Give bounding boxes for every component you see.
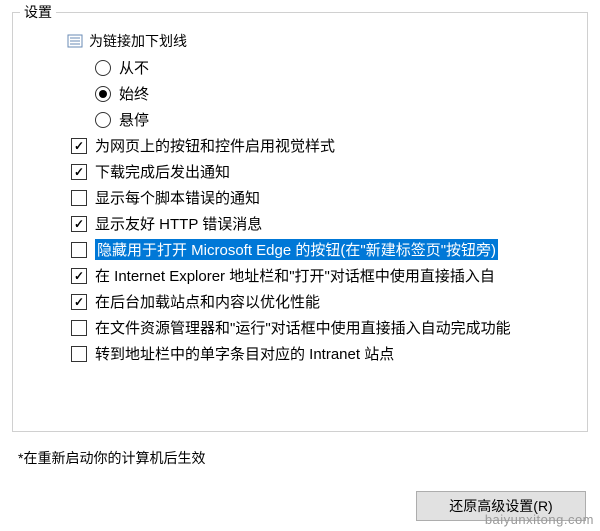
checkbox-icon <box>71 320 87 336</box>
check-explorer-run-autocomplete[interactable]: 在文件资源管理器和"运行"对话框中使用直接插入自动完成功能 <box>71 317 577 338</box>
underline-links-header: 为链接加下划线 <box>67 31 577 51</box>
settings-tree: 为链接加下划线 从不 始终 悬停 为网页上的按钮和控件启用视觉样式 下载完成后发… <box>31 31 577 364</box>
check-label: 隐藏用于打开 Microsoft Edge 的按钮(在"新建标签页"按钮旁) <box>95 239 498 260</box>
radio-label: 悬停 <box>119 109 149 130</box>
radio-icon <box>95 60 111 76</box>
check-friendly-http[interactable]: 显示友好 HTTP 错误消息 <box>71 213 577 234</box>
radio-never[interactable]: 从不 <box>95 57 577 78</box>
checkbox-icon <box>71 138 87 154</box>
checkbox-icon <box>71 190 87 206</box>
check-label: 转到地址栏中的单字条目对应的 Intranet 站点 <box>95 343 394 364</box>
checkbox-icon <box>71 164 87 180</box>
document-icon <box>67 33 83 49</box>
group-title: 设置 <box>20 2 56 22</box>
radio-label: 始终 <box>119 83 149 104</box>
check-visual-styles[interactable]: 为网页上的按钮和控件启用视觉样式 <box>71 135 577 156</box>
checkbox-icon <box>71 346 87 362</box>
check-background-load[interactable]: 在后台加载站点和内容以优化性能 <box>71 291 577 312</box>
button-bar: 还原高级设置(R) <box>416 491 586 521</box>
settings-group: 为链接加下划线 从不 始终 悬停 为网页上的按钮和控件启用视觉样式 下载完成后发… <box>12 12 588 432</box>
radio-label: 从不 <box>119 57 149 78</box>
checkbox-icon <box>71 294 87 310</box>
check-label: 在文件资源管理器和"运行"对话框中使用直接插入自动完成功能 <box>95 317 511 338</box>
radio-hover[interactable]: 悬停 <box>95 109 577 130</box>
underline-radio-group: 从不 始终 悬停 <box>71 57 577 130</box>
check-label: 在后台加载站点和内容以优化性能 <box>95 291 320 312</box>
check-label: 为网页上的按钮和控件启用视觉样式 <box>95 135 335 156</box>
radio-always[interactable]: 始终 <box>95 83 577 104</box>
check-download-notify[interactable]: 下载完成后发出通知 <box>71 161 577 182</box>
check-label: 显示每个脚本错误的通知 <box>95 187 260 208</box>
restart-footnote: *在重新启动你的计算机后生效 <box>18 448 205 468</box>
checkbox-icon <box>71 242 87 258</box>
check-ie-inline-autocomplete[interactable]: 在 Internet Explorer 地址栏和"打开"对话框中使用直接插入自 <box>71 265 577 286</box>
check-label: 下载完成后发出通知 <box>95 161 230 182</box>
underline-links-label: 为链接加下划线 <box>89 31 187 51</box>
check-label: 在 Internet Explorer 地址栏和"打开"对话框中使用直接插入自 <box>95 265 495 286</box>
radio-icon <box>95 112 111 128</box>
checkbox-icon <box>71 216 87 232</box>
check-hide-edge-button[interactable]: 隐藏用于打开 Microsoft Edge 的按钮(在"新建标签页"按钮旁) <box>71 239 577 260</box>
check-label: 显示友好 HTTP 错误消息 <box>95 213 262 234</box>
restore-advanced-button[interactable]: 还原高级设置(R) <box>416 491 586 521</box>
checkbox-icon <box>71 268 87 284</box>
radio-icon <box>95 86 111 102</box>
check-intranet-single-word[interactable]: 转到地址栏中的单字条目对应的 Intranet 站点 <box>71 343 577 364</box>
check-script-error-notify[interactable]: 显示每个脚本错误的通知 <box>71 187 577 208</box>
